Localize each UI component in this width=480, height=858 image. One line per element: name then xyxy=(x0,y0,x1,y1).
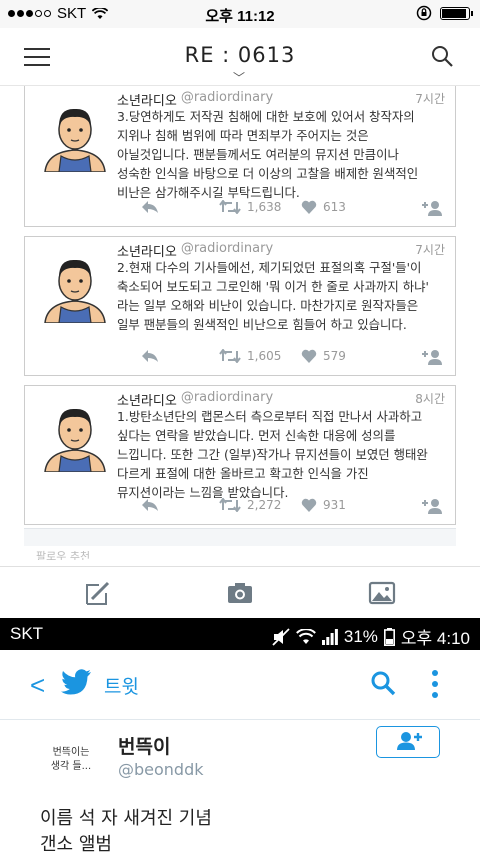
like-button[interactable]: 613 xyxy=(301,200,346,214)
tweet-text: 1.방탄소년단의 랩몬스터 측으로부터 직접 만나서 사과하고 싶다는 연락을 … xyxy=(117,409,428,500)
add-user-icon xyxy=(422,201,442,216)
battery-icon xyxy=(440,6,473,20)
page-title: 트윗 xyxy=(104,676,139,698)
reply-button[interactable] xyxy=(141,498,159,512)
carrier-label: SKT xyxy=(10,624,44,643)
tweet-detail: 번뜩이는 생각 들... 번뜩이 @beonddk 이름 석 자 새겨진 기념 … xyxy=(0,720,480,855)
mute-icon xyxy=(272,627,290,646)
tweet-text: 이름 석 자 새겨진 기념 갠소 앨범 xyxy=(40,808,212,855)
ios-status-bar: SKT 오후 11:12 xyxy=(0,0,480,28)
reply-button[interactable] xyxy=(141,200,159,214)
suggestion-label: 팔로우 추천 xyxy=(36,550,91,560)
retweet-button[interactable]: 1,638 xyxy=(219,200,281,214)
author-name[interactable]: 번뜩이 xyxy=(118,732,170,759)
retweet-icon xyxy=(219,349,241,363)
image-icon[interactable] xyxy=(368,579,396,607)
like-button[interactable]: 579 xyxy=(301,349,346,363)
retweet-count: 1,638 xyxy=(247,200,282,214)
tweet-text: 3.당연하게도 저작권 침해에 대한 보호에 있어서 창작자의 지위나 침해 범… xyxy=(117,109,419,200)
chevron-down-icon[interactable]: ﹀ xyxy=(233,69,245,86)
reply-icon xyxy=(142,350,158,362)
follow-user-button[interactable] xyxy=(421,200,443,216)
battery-icon xyxy=(383,627,395,646)
android-status-bar: SKT 31% 오후 4:10 xyxy=(0,618,480,650)
tweet-card[interactable]: 소년라디오 @radiordinary 8시간 1.방탄소년단의 랩몬스터 측으… xyxy=(24,385,456,525)
avatar[interactable]: 번뜩이는 생각 들... xyxy=(40,732,102,794)
add-user-icon xyxy=(422,350,442,365)
retweet-button[interactable]: 1,605 xyxy=(219,349,281,363)
compose-bar xyxy=(0,566,480,618)
like-button[interactable]: 931 xyxy=(301,498,346,512)
retweet-icon xyxy=(219,200,241,214)
camera-icon[interactable] xyxy=(226,579,254,607)
clock: 오후 11:12 xyxy=(205,8,275,25)
app-header: RE : 0613 ﹀ xyxy=(0,28,480,86)
follow-user-button[interactable] xyxy=(421,349,443,365)
heart-icon xyxy=(301,200,317,214)
twitter-header: < 트윗 xyxy=(0,650,480,720)
twitter-bird-icon[interactable] xyxy=(60,668,92,696)
tweet-feed: 소년라디오 @radiordinary 7시간 3.당연하게도 저작권 침해에 … xyxy=(24,86,456,566)
avatar[interactable] xyxy=(37,247,113,323)
add-user-icon xyxy=(397,732,422,750)
like-count: 613 xyxy=(323,200,346,214)
like-count: 931 xyxy=(323,498,346,512)
author-handle[interactable]: @beonddk xyxy=(118,760,204,779)
signal-icon xyxy=(321,628,338,645)
heart-icon xyxy=(301,349,317,363)
tweet-actions: 2,272 931 xyxy=(117,498,443,518)
avatar[interactable] xyxy=(37,396,113,472)
battery-percent: 31% xyxy=(343,626,378,646)
page-title[interactable]: RE : 0613 xyxy=(0,43,480,67)
rotation-lock-icon xyxy=(416,5,432,21)
tweet-card[interactable]: 소년라디오 @radiordinary 7시간 3.당연하게도 저작권 침해에 … xyxy=(24,86,456,227)
tweet-text: 2.현재 다수의 기사들에선, 제기되었던 표절의혹 구절'들'이 축소되어 보… xyxy=(117,260,429,332)
reply-button[interactable] xyxy=(141,349,159,363)
retweet-count: 2,272 xyxy=(247,498,282,512)
heart-icon xyxy=(301,498,317,512)
retweet-button[interactable]: 2,272 xyxy=(219,498,281,512)
add-user-icon xyxy=(422,499,442,514)
clock: 오후 4:10 xyxy=(400,629,470,648)
more-options-icon[interactable] xyxy=(430,668,440,700)
reply-icon xyxy=(142,201,158,213)
search-icon[interactable] xyxy=(370,670,396,696)
retweet-icon xyxy=(219,498,241,512)
follow-button[interactable] xyxy=(376,726,440,758)
tweet-card[interactable]: 소년라디오 @radiordinary 7시간 2.현재 다수의 기사들에선, … xyxy=(24,236,456,376)
section-divider xyxy=(24,528,456,546)
wifi-icon xyxy=(295,628,316,644)
avatar[interactable] xyxy=(37,96,113,172)
retweet-count: 1,605 xyxy=(247,349,282,363)
reply-icon xyxy=(142,499,158,511)
like-count: 579 xyxy=(323,349,346,363)
compose-icon[interactable] xyxy=(84,579,112,607)
tweet-actions: 1,605 579 xyxy=(117,349,443,369)
back-icon[interactable]: < xyxy=(30,670,45,701)
search-icon[interactable] xyxy=(430,44,454,68)
tweet-actions: 1,638 613 xyxy=(117,200,443,220)
follow-user-button[interactable] xyxy=(421,498,443,514)
